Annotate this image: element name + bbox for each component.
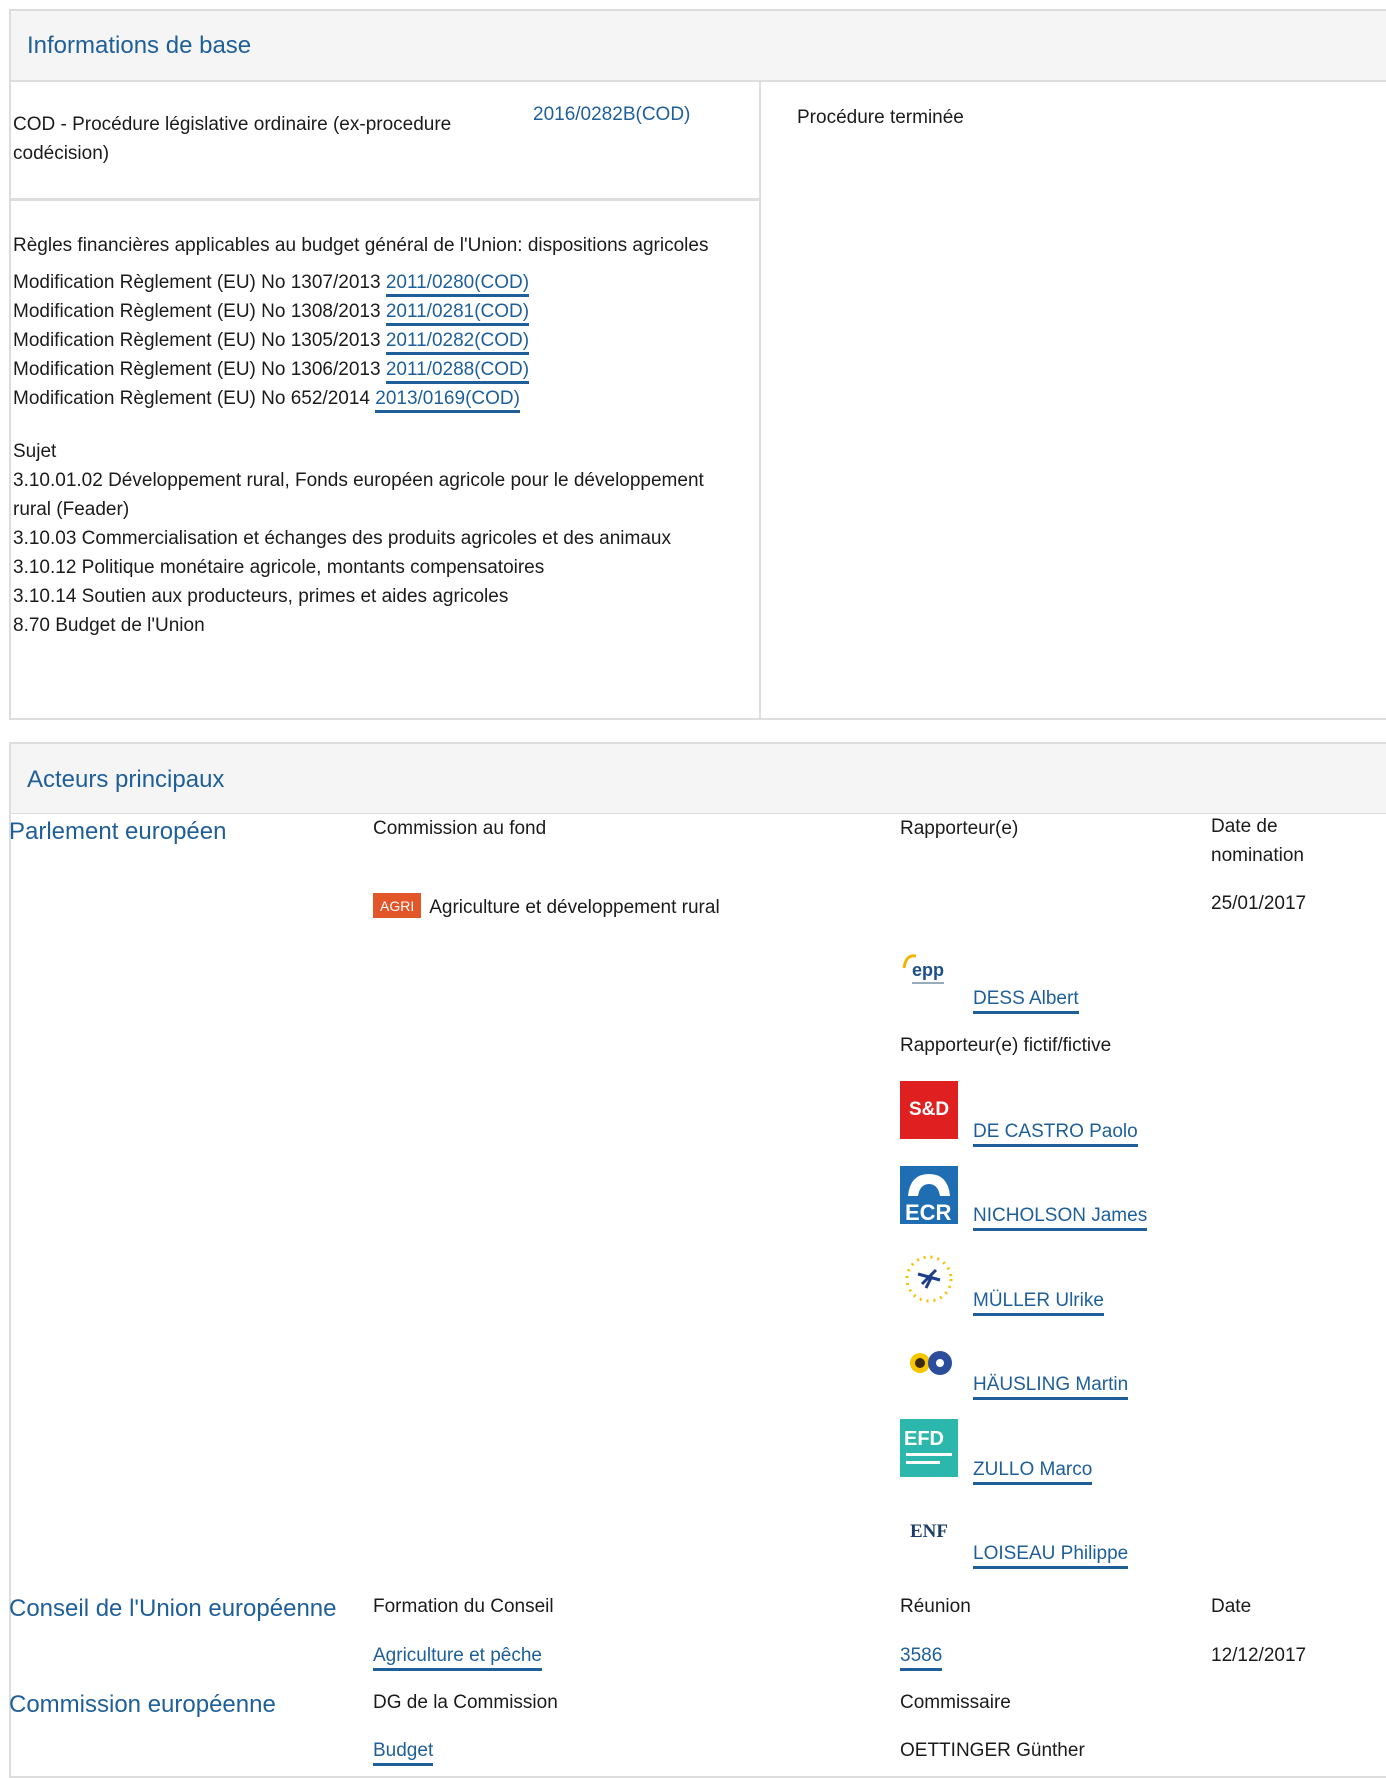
council-meeting-link[interactable]: 3586 <box>900 1645 943 1671</box>
subject-item: 3.10.01.02 Développement rural, Fonds eu… <box>13 470 704 520</box>
commissioner-name: OETTINGER Günther <box>900 1740 1085 1761</box>
parliament-label: Parlement européen <box>9 818 227 845</box>
amendment-item: Modification Règlement (EU) No 1308/2013… <box>13 297 759 326</box>
amendment-ref-link[interactable]: 2011/0288(COD) <box>385 359 530 384</box>
amendment-list: Modification Règlement (EU) No 1307/2013… <box>13 268 759 413</box>
rapporteur-link[interactable]: DESS Albert <box>973 988 1079 1014</box>
subject-item: 8.70 Budget de l'Union <box>13 615 205 636</box>
procedure-title: Règles financières applicables au budget… <box>13 235 709 256</box>
council-date: 12/12/2017 <box>1211 1645 1307 1666</box>
enf-logo: ENF <box>910 1521 948 1542</box>
basic-info-left-column: COD - Procédure législative ordinaire (e… <box>11 82 761 718</box>
col-commissioner-header: Commissaire <box>900 1692 1011 1713</box>
nomination-date: 25/01/2017 <box>1211 893 1307 914</box>
amendment-text: Modification Règlement (EU) No 1308/2013 <box>13 301 381 322</box>
gue-ngl-logo <box>900 1250 958 1308</box>
committee-name: Agriculture et développement rural <box>429 897 720 918</box>
council-formation-link[interactable]: Agriculture et pêche <box>373 1645 542 1671</box>
subject-list: Sujet 3.10.01.02 Développement rural, Fo… <box>13 437 713 640</box>
greens-efa-logo <box>900 1334 958 1392</box>
amendment-ref-link[interactable]: 2011/0281(COD) <box>385 301 530 326</box>
svg-text:EFD: EFD <box>904 1428 944 1450</box>
col-committee-header: Commission au fond <box>373 818 547 839</box>
procedure-details: Règles financières applicables au budget… <box>11 201 759 640</box>
commission-dg-link[interactable]: Budget <box>373 1740 434 1766</box>
amendment-item: Modification Règlement (EU) No 1305/2013… <box>13 326 759 355</box>
subject-item: 3.10.14 Soutien aux producteurs, primes … <box>13 586 509 607</box>
col-formation-header: Formation du Conseil <box>373 1596 554 1617</box>
shadow-rapporteur-link[interactable]: LOISEAU Philippe <box>973 1543 1129 1569</box>
subject-item: 3.10.12 Politique monétaire agricole, mo… <box>13 557 545 578</box>
shadow-rapporteur-link[interactable]: NICHOLSON James <box>973 1205 1148 1231</box>
shadow-rapporteur-link[interactable]: ZULLO Marco <box>973 1459 1093 1485</box>
council-label: Conseil de l'Union européenne <box>9 1595 337 1622</box>
amendment-ref-link[interactable]: 2013/0169(COD) <box>375 388 520 413</box>
col-nomination-date-header: Date de nomination <box>1211 816 1304 866</box>
col-date-header: Date <box>1211 1596 1252 1617</box>
col-rapporteur-header: Rapporteur(e) <box>900 818 1019 839</box>
procedure-reference-link[interactable]: 2016/0282B(COD) <box>533 104 690 126</box>
procedure-status: Procédure terminée <box>797 107 964 128</box>
col-meeting-header: Réunion <box>900 1596 971 1617</box>
basic-info-heading: Informations de base <box>11 11 1386 82</box>
subject-label: Sujet <box>13 441 57 462</box>
svg-text:epp: epp <box>912 960 944 980</box>
procedure-type: COD - Procédure législative ordinaire (e… <box>13 114 452 164</box>
committee-row: AGRI Agriculture et développement rural <box>373 893 720 919</box>
ecr-logo: ECR <box>900 1166 958 1224</box>
amendment-item: Modification Règlement (EU) No 1306/2013… <box>13 355 759 384</box>
svg-text:ECR: ECR <box>905 1200 952 1224</box>
shadow-rapporteur-link[interactable]: DE CASTRO Paolo <box>973 1121 1138 1147</box>
efdd-logo: EFD <box>900 1419 958 1477</box>
amendment-item: Modification Règlement (EU) No 1307/2013… <box>13 268 759 297</box>
subject-item: 3.10.03 Commercialisation et échanges de… <box>13 528 671 549</box>
col-dg-header: DG de la Commission <box>373 1692 558 1713</box>
amendment-text: Modification Règlement (EU) No 1307/2013 <box>13 272 381 293</box>
amendment-ref-link[interactable]: 2011/0282(COD) <box>385 330 530 355</box>
shadow-rapporteur-label: Rapporteur(e) fictif/fictive <box>900 1035 1112 1056</box>
committee-badge: AGRI <box>373 893 422 918</box>
shadow-rapporteur-link[interactable]: MÜLLER Ulrike <box>973 1290 1104 1316</box>
amendment-text: Modification Règlement (EU) No 1305/2013 <box>13 330 381 351</box>
sd-logo: S&D <box>900 1081 958 1139</box>
amendment-text: Modification Règlement (EU) No 1306/2013 <box>13 359 381 380</box>
epp-logo: epp <box>900 948 958 1006</box>
procedure-box: COD - Procédure législative ordinaire (e… <box>11 82 759 201</box>
main-actors-heading: Acteurs principaux <box>11 744 1386 814</box>
basic-info-panel: Informations de base COD - Procédure lég… <box>9 9 1386 720</box>
amendment-item: Modification Règlement (EU) No 652/2014 … <box>13 384 759 413</box>
commission-label: Commission européenne <box>9 1691 276 1718</box>
amendment-ref-link[interactable]: 2011/0280(COD) <box>385 272 530 297</box>
amendment-text: Modification Règlement (EU) No 652/2014 <box>13 388 370 409</box>
shadow-rapporteur-link[interactable]: HÄUSLING Martin <box>973 1374 1129 1400</box>
